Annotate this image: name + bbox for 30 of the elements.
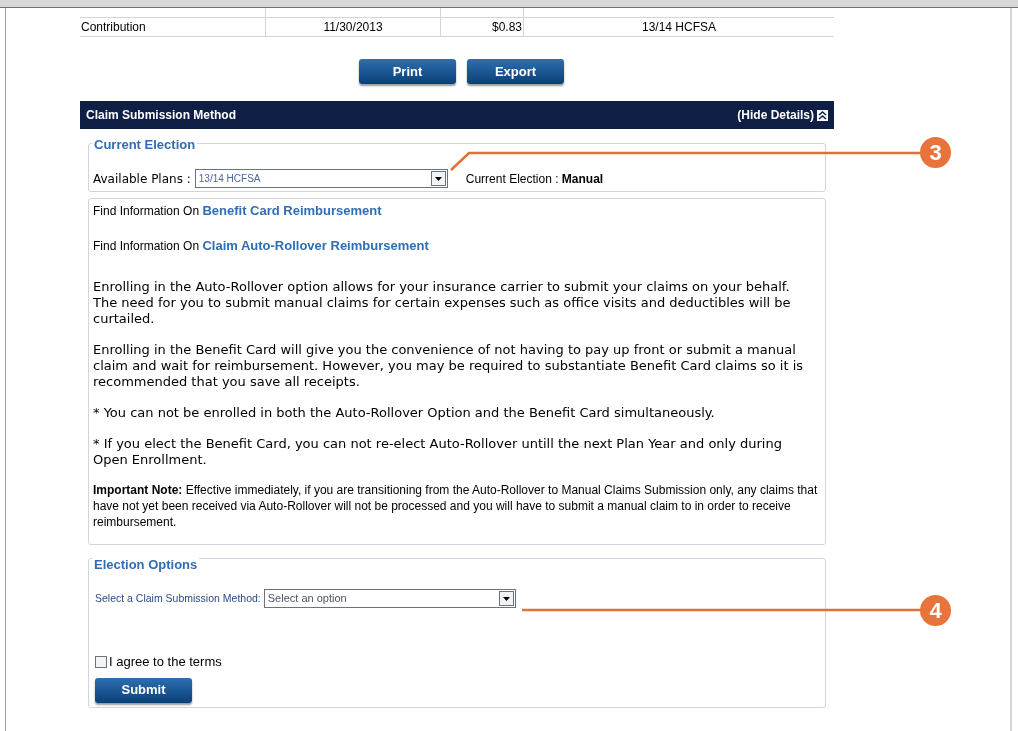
table-cell: $0.83 bbox=[440, 18, 523, 36]
method-label: Select a Claim Submission Method: bbox=[95, 590, 261, 606]
info-prefix: Find Information On bbox=[93, 204, 200, 218]
method-dropdown[interactable]: Select an option bbox=[263, 589, 516, 608]
panel-title: Claim Submission Method bbox=[86, 107, 236, 124]
print-button[interactable]: Print bbox=[359, 59, 456, 84]
plans-label: Available Plans : bbox=[93, 170, 191, 188]
plans-dropdown[interactable]: 13/14 HCFSA bbox=[194, 169, 448, 188]
info-link[interactable]: Benefit Card Reimbursement bbox=[202, 203, 382, 218]
info-prefix: Find Information On bbox=[93, 238, 200, 253]
callout-badge: 4 bbox=[920, 595, 951, 626]
hide-details-link[interactable]: (Hide Details) bbox=[737, 106, 814, 124]
collapse-icon[interactable] bbox=[817, 109, 828, 121]
info-link[interactable]: Claim Auto-Rollover Reimbursement bbox=[202, 237, 429, 253]
agree-label: I agree to the terms bbox=[109, 653, 222, 671]
important-note: Important Note: Effective immediately, if you are transitioning from the Auto-Rollover to Manual Claims Submission only, any claims that have not yet been received via Auto-Rollover will not be processed and you will have to submit a manual claim to in order to receive reimbursement. bbox=[93, 482, 819, 530]
info-paragraph: * If you elect the Benefit Card, you can not re-elect Auto-Rollover untill the next Plan Year and only during Open Enrollment. bbox=[93, 436, 783, 468]
info-paragraph: * You can not be enrolled in both the Auto-Rollover Option and the Benefit Card simultaneously. bbox=[93, 405, 716, 421]
election-value: Manual bbox=[561, 171, 604, 186]
table-cell-text: Contribution bbox=[80, 19, 147, 36]
submit-button[interactable]: Submit bbox=[95, 677, 192, 703]
callout-badge: 3 bbox=[920, 137, 951, 168]
table-cell: 13/14 HCFSA bbox=[523, 18, 834, 36]
group-legend: Election Options bbox=[92, 555, 200, 575]
info-paragraph: Enrolling in the Auto-Rollover option allows for your insurance carrier to submit your claims on your behalf. The need for you to submit manual claims for certain expenses such as office visits and deductibles will be curtailed. bbox=[93, 279, 792, 327]
info-paragraph: Enrolling in the Benefit Card will give you the convenience of not having to pay up front or submit a manual claim and wait for reimbursement. However, you may be required to substantiate Benefit Card claims so it is recommended that you save all receipts. bbox=[93, 342, 805, 390]
export-button[interactable]: Export bbox=[467, 59, 564, 84]
table-cell: 11/30/2013 bbox=[265, 18, 440, 36]
agree-checkbox[interactable] bbox=[95, 655, 107, 668]
election-label: Current Election : bbox=[465, 171, 559, 186]
